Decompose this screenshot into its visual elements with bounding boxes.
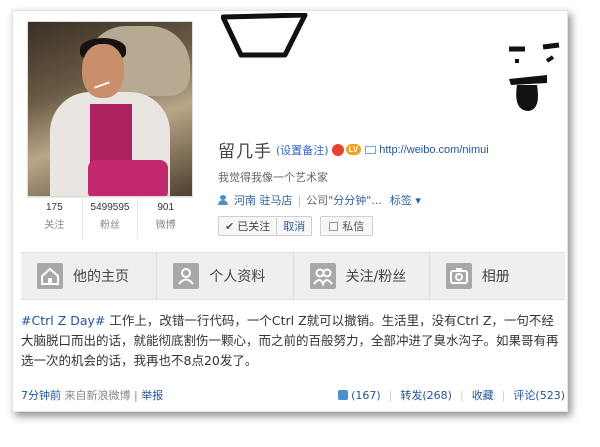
stat-number: 901 [157,202,175,213]
profile-name: 留几手 [218,142,272,162]
company-link[interactable]: "分分钟"... [328,194,382,207]
profile-icon [173,263,200,289]
location-link[interactable]: 河南 驻马店 [234,192,293,208]
tab-followers[interactable]: 关注/粉丝 [294,253,430,299]
repost-button[interactable]: 转发(268) [400,387,452,403]
profile-url[interactable]: http://weibo.com/nimui [379,144,488,156]
separator: | [297,193,302,207]
post-actions: (167) | 转发(268) | 收藏 | 评论(523) [338,387,565,403]
tab-label: 相册 [481,269,510,285]
tab-label: 关注/粉丝 [345,269,407,285]
followed-button[interactable]: ✔ 已关注 取消 [218,216,313,236]
stat-number: 5499595 [90,202,130,213]
followed-label: 已关注 [237,220,271,233]
link-icon [365,145,377,154]
favorite-button[interactable]: 收藏 [472,387,494,403]
weibo-post: #Ctrl Z Day# 工作上，改错一行代码，一个Ctrl Z就可以撤销。生活… [21,311,565,371]
stat-following[interactable]: 175 关注 [27,198,83,239]
profile-meta: 河南 驻马店 | 公司"分分钟"... 标签 ▾ [218,192,421,208]
report-link[interactable]: 举报 [141,389,163,402]
check-icon: ✔ [225,219,235,233]
tab-album[interactable]: 相册 [430,253,565,299]
post-footer: 7分钟前 来自新浪微博 | 举报 (167) | 转发(268) | 收藏 | … [21,387,565,403]
post-source: 来自新浪微博 [64,389,131,402]
message-label: 私信 [342,220,365,233]
stat-label: 微博 [155,220,176,231]
followers-icon [309,263,336,289]
profile-stats: 175 关注 5499595 粉丝 901 微博 [27,197,193,239]
thumbs-up-icon [338,389,349,400]
heart-icon [331,143,344,156]
separator: | [501,388,506,402]
face-doodle [509,42,560,111]
profile-card: 175 关注 5499595 粉丝 901 微博 留几手 (设置备注) LV h… [12,10,568,412]
stat-followers[interactable]: 5499595 粉丝 [83,198,139,239]
like-count: (167) [351,388,381,402]
message-button[interactable]: 私信 [320,216,374,236]
home-icon [37,263,63,289]
tags-dropdown[interactable]: 标签 ▾ [390,192,421,208]
vip-badge[interactable]: LV [331,143,362,156]
person-icon [218,195,228,205]
hashtag-link[interactable]: #Ctrl Z Day# [21,313,105,328]
camera-icon [445,263,472,289]
stat-label: 关注 [44,220,65,231]
profile-photo[interactable] [27,21,193,197]
name-row: 留几手 (设置备注) LV http://weibo.com/nimui [218,137,489,162]
stat-posts[interactable]: 901 微博 [138,198,193,239]
post-time[interactable]: 7分钟前 [21,389,61,402]
stat-label: 粉丝 [100,220,120,231]
like-button[interactable]: (167) [338,389,381,402]
tab-home[interactable]: 他的主页 [21,253,158,299]
tab-label: 他的主页 [73,269,129,285]
tab-profile[interactable]: 个人资料 [157,253,294,299]
action-buttons: ✔ 已关注 取消 私信 [218,216,374,236]
post-meta: 7分钟前 来自新浪微博 | 举报 [21,387,163,403]
set-remark-link[interactable]: (设置备注) [276,142,329,158]
separator: | [388,388,393,402]
profile-bio: 我觉得我像一个艺术家 [218,171,328,184]
company-info: 公司"分分钟"... [306,192,382,208]
company-prefix: 公司 [306,194,329,207]
stat-number: 175 [45,202,63,213]
bowl-doodle [221,13,308,58]
level-badge: LV [345,144,362,155]
comment-button[interactable]: 评论(523) [513,387,565,403]
tab-label: 个人资料 [209,269,266,285]
separator: | [459,388,464,402]
message-icon [329,221,339,231]
profile-nav: 他的主页 个人资料 关注/粉丝 相册 [21,252,565,300]
separator: | [134,389,138,402]
unfollow-button[interactable]: 取消 [276,218,305,234]
